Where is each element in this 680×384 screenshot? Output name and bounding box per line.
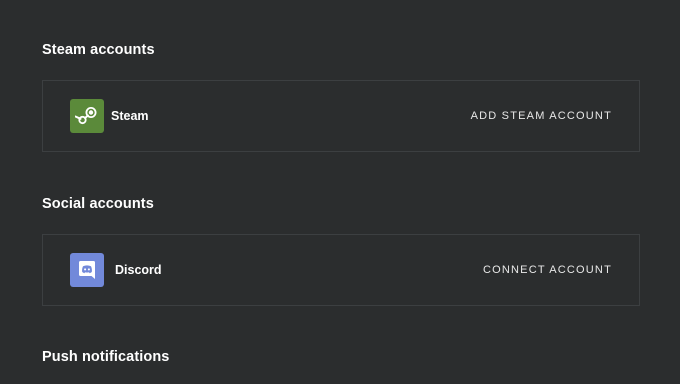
discord-icon: [70, 253, 104, 287]
discord-service-name: Discord: [115, 263, 162, 277]
push-notifications-heading: Push notifications: [42, 349, 170, 365]
steam-icon: [70, 99, 104, 133]
discord-account-card: Discord CONNECT ACCOUNT: [42, 234, 640, 306]
social-accounts-heading: Social accounts: [42, 196, 154, 212]
steam-account-card: Steam ADD STEAM ACCOUNT: [42, 80, 640, 152]
add-steam-account-button[interactable]: ADD STEAM ACCOUNT: [471, 110, 612, 122]
steam-service-name: Steam: [111, 109, 149, 123]
connect-discord-account-button[interactable]: CONNECT ACCOUNT: [483, 264, 612, 276]
steam-accounts-heading: Steam accounts: [42, 42, 155, 58]
